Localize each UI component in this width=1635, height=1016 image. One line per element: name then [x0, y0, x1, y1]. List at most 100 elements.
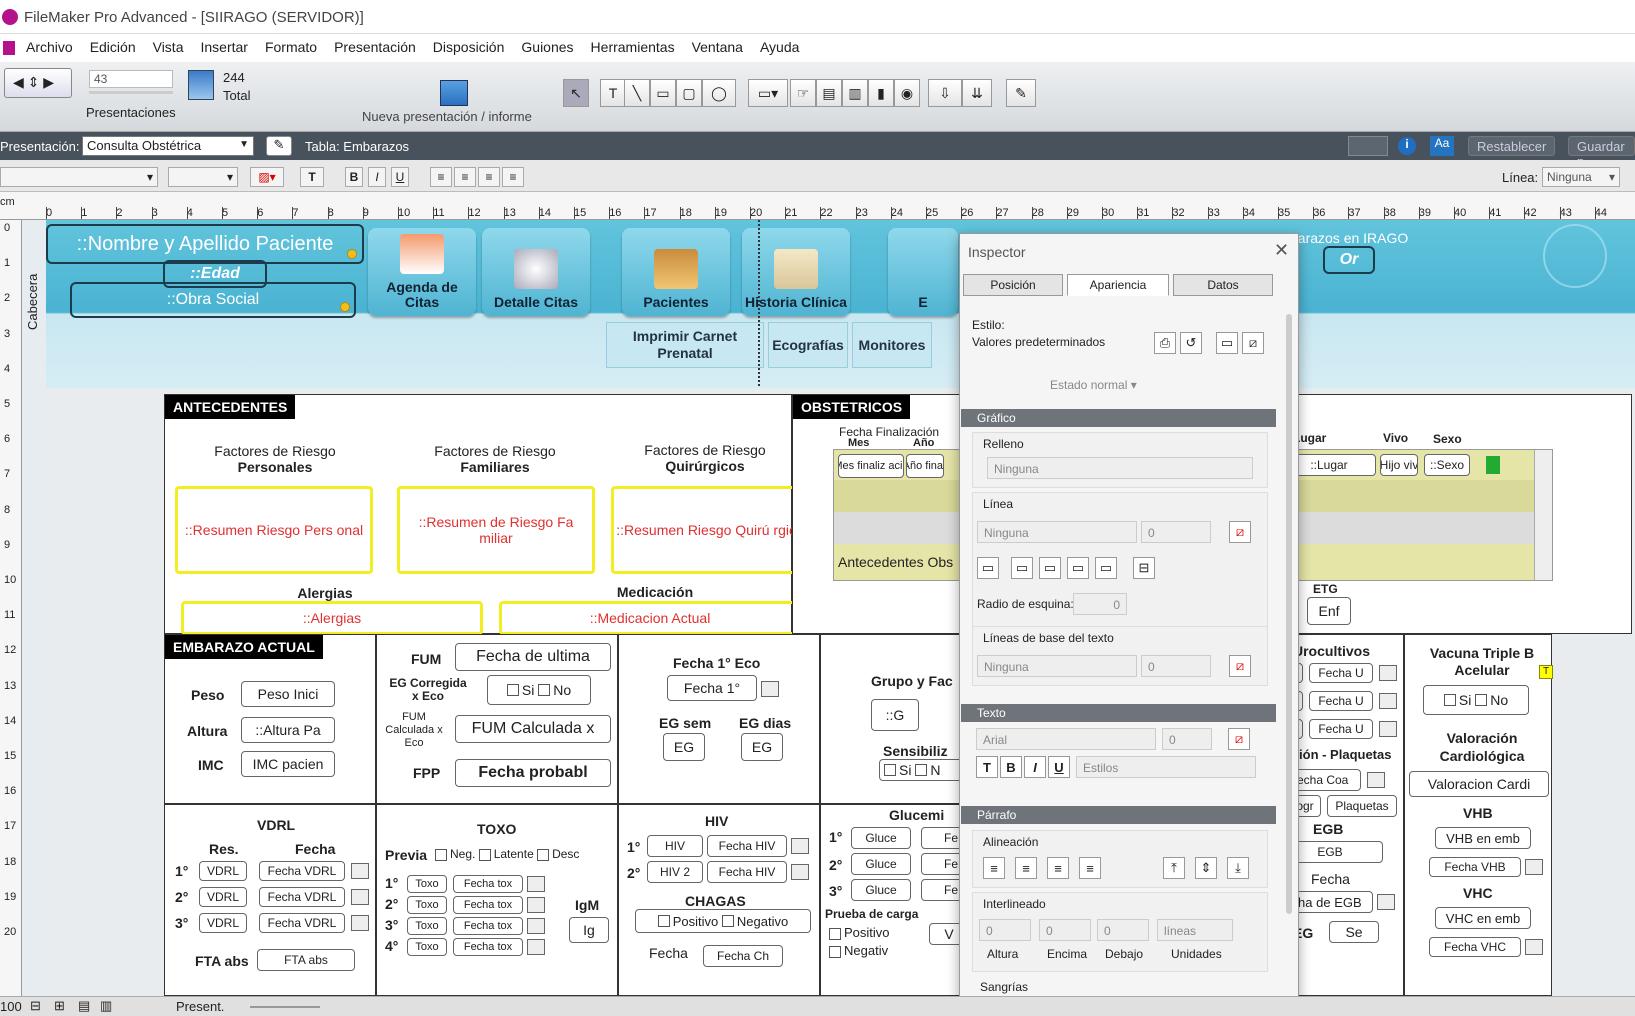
- mes-finalizacion-field[interactable]: ::Mes finaliz acion: [838, 454, 904, 478]
- peso-field[interactable]: Peso Inici: [241, 681, 335, 707]
- plaquetas-field[interactable]: Plaquetas: [1327, 795, 1397, 817]
- calendar-icon[interactable]: [761, 681, 779, 697]
- menu-item-5[interactable]: Presentación: [334, 39, 416, 55]
- menu-item-3[interactable]: Insertar: [200, 39, 247, 55]
- font-dropdown[interactable]: ▾: [0, 167, 158, 187]
- edit-layout-icon[interactable]: ✎: [266, 136, 292, 156]
- eg-dias-field[interactable]: EG: [741, 733, 783, 761]
- inspector-scrollbar[interactable]: [1286, 314, 1292, 914]
- base-style-dropdown[interactable]: Ninguna: [977, 655, 1137, 677]
- nav-pacientes-button[interactable]: Pacientes: [622, 228, 730, 316]
- zoom-out-icon[interactable]: ⊟: [30, 998, 41, 1014]
- prueba-neg-option[interactable]: Negativ: [829, 943, 888, 958]
- calendar-icon[interactable]: [1525, 859, 1543, 875]
- base-color-icon[interactable]: ⧄: [1229, 655, 1251, 677]
- toxo-date-field[interactable]: Fecha tox: [453, 875, 523, 893]
- calendar-icon[interactable]: [791, 864, 809, 880]
- italic-button[interactable]: I: [1024, 756, 1046, 778]
- underline-button[interactable]: U: [391, 167, 409, 187]
- gluc2-field[interactable]: Gluce: [851, 853, 911, 875]
- line-tool-icon[interactable]: ╲: [624, 79, 650, 107]
- web-viewer-tool-icon[interactable]: ◉: [894, 79, 920, 107]
- trash-icon[interactable]: [1486, 456, 1500, 474]
- line-dropdown[interactable]: Ninguna ▾: [1542, 167, 1620, 187]
- vdrl-result-field[interactable]: VDRL: [199, 887, 247, 907]
- info-icon[interactable]: i: [1398, 137, 1416, 155]
- calendar-icon[interactable]: [527, 876, 545, 892]
- menu-item-9[interactable]: Ventana: [692, 39, 743, 55]
- gluc1-field[interactable]: Gluce: [851, 827, 911, 849]
- font-size-field[interactable]: 0: [1162, 728, 1212, 750]
- etg-field[interactable]: Enf: [1307, 597, 1351, 625]
- toxo-result-field[interactable]: Toxo: [407, 917, 447, 935]
- se-field[interactable]: Se: [1329, 921, 1379, 943]
- italic-button[interactable]: I: [368, 167, 386, 187]
- igm-field[interactable]: Ig: [569, 917, 609, 943]
- align-left-icon[interactable]: ≡: [430, 167, 452, 187]
- meds-field[interactable]: ::Medicacion Actual: [499, 601, 801, 635]
- toxo-result-field[interactable]: Toxo: [407, 896, 447, 914]
- toxo-result-field[interactable]: Toxo: [407, 875, 447, 893]
- revert-button[interactable]: Restablecer: [1468, 136, 1556, 156]
- align-center-icon[interactable]: ≡: [1015, 857, 1037, 879]
- vhb-date-field[interactable]: Fecha VHB: [1429, 857, 1521, 877]
- risk-familiar-field[interactable]: ::Resumen de Riesgo Fa miliar: [397, 486, 595, 574]
- border-all-icon[interactable]: ▭: [977, 557, 999, 579]
- fecha-1eco-field[interactable]: Fecha 1°: [667, 675, 757, 701]
- align-justify-icon[interactable]: ≡: [502, 167, 524, 187]
- risk-quirurgico-field[interactable]: ::Resumen Riesgo Quirú rgico: [611, 486, 809, 574]
- sexo-field[interactable]: ::Sexo: [1424, 454, 1470, 476]
- linea-style-dropdown[interactable]: Ninguna: [977, 521, 1137, 543]
- print-card-button[interactable]: Imprimir Carnet Prenatal: [606, 322, 764, 368]
- chagas-neg-checkbox[interactable]: [721, 915, 734, 927]
- state-dropdown[interactable]: Estado normal ▾: [1044, 374, 1188, 396]
- text-tool-icon[interactable]: T: [600, 79, 626, 107]
- altura-field[interactable]: 0: [979, 919, 1031, 941]
- imc-field[interactable]: IMC pacien: [241, 751, 335, 777]
- button-bar-icon[interactable]: ⇊: [962, 79, 992, 107]
- vhb-field[interactable]: VHB en emb: [1435, 827, 1531, 849]
- patient-name-field[interactable]: ::Nombre y Apellido Paciente: [46, 224, 364, 264]
- fpp-field[interactable]: Fecha probabl: [455, 759, 611, 787]
- estilos-dropdown[interactable]: Estilos: [1076, 756, 1256, 778]
- save-button[interactable]: Guardar p: [1568, 136, 1635, 169]
- tab-apariencia[interactable]: Apariencia: [1067, 274, 1169, 296]
- menu-item-6[interactable]: Disposición: [433, 39, 505, 55]
- hijo-vivo-field[interactable]: ::Hijo vivo: [1380, 454, 1418, 476]
- grafico-section[interactable]: Gráfico: [961, 409, 1276, 427]
- eg-sem-field[interactable]: EG: [663, 733, 705, 761]
- toxo-result-field[interactable]: Toxo: [407, 938, 447, 956]
- calendar-icon[interactable]: [1525, 939, 1543, 955]
- border-right-icon[interactable]: ▭: [1039, 557, 1061, 579]
- revert-style-icon[interactable]: ↺: [1180, 332, 1202, 354]
- prueba-pos-option[interactable]: Positivo: [829, 925, 890, 940]
- unidades-dropdown[interactable]: líneas: [1157, 919, 1233, 941]
- line-color-icon[interactable]: ⧄: [1229, 521, 1251, 543]
- border-top-icon[interactable]: ▭: [1011, 557, 1033, 579]
- insurance-field[interactable]: ::Obra Social: [70, 282, 356, 318]
- si-checkbox[interactable]: [506, 684, 519, 696]
- nav-detalle-button[interactable]: Detalle Citas: [482, 228, 590, 316]
- border-bottom-icon[interactable]: ▭: [1067, 557, 1089, 579]
- layout-dropdown[interactable]: Consulta Obstétrica ▼: [82, 136, 254, 156]
- menu-item-4[interactable]: Formato: [265, 39, 317, 55]
- grupo-field[interactable]: ::G: [871, 699, 919, 731]
- field-picker-icon[interactable]: ⇩: [928, 79, 962, 107]
- chart-tool-icon[interactable]: ▮: [868, 79, 894, 107]
- valoracion-field[interactable]: Valoracion Cardi: [1409, 771, 1549, 797]
- chagas-date-field[interactable]: Fecha Ch: [703, 945, 783, 967]
- hiv2-date-field[interactable]: Fecha HIV: [707, 861, 787, 883]
- chagas-pos-checkbox[interactable]: [657, 915, 670, 927]
- fum-calculada-field[interactable]: FUM Calculada x: [455, 715, 611, 743]
- menu-item-0[interactable]: Archivo: [26, 39, 73, 55]
- radio-field[interactable]: 0: [1073, 593, 1127, 615]
- vdrl-date-field[interactable]: Fecha VDRL: [259, 913, 345, 933]
- tab-control-tool-icon[interactable]: ▥: [842, 79, 868, 107]
- text-style-button[interactable]: T: [300, 167, 324, 187]
- vhc-date-field[interactable]: Fecha VHC: [1429, 937, 1521, 957]
- menu-item-7[interactable]: Guiones: [521, 39, 573, 55]
- vhc-field[interactable]: VHC en emb: [1435, 907, 1531, 929]
- calendar-icon[interactable]: [351, 863, 369, 879]
- clear-style-icon[interactable]: ⧄: [1242, 332, 1264, 354]
- oval-tool-icon[interactable]: ◯: [702, 79, 736, 107]
